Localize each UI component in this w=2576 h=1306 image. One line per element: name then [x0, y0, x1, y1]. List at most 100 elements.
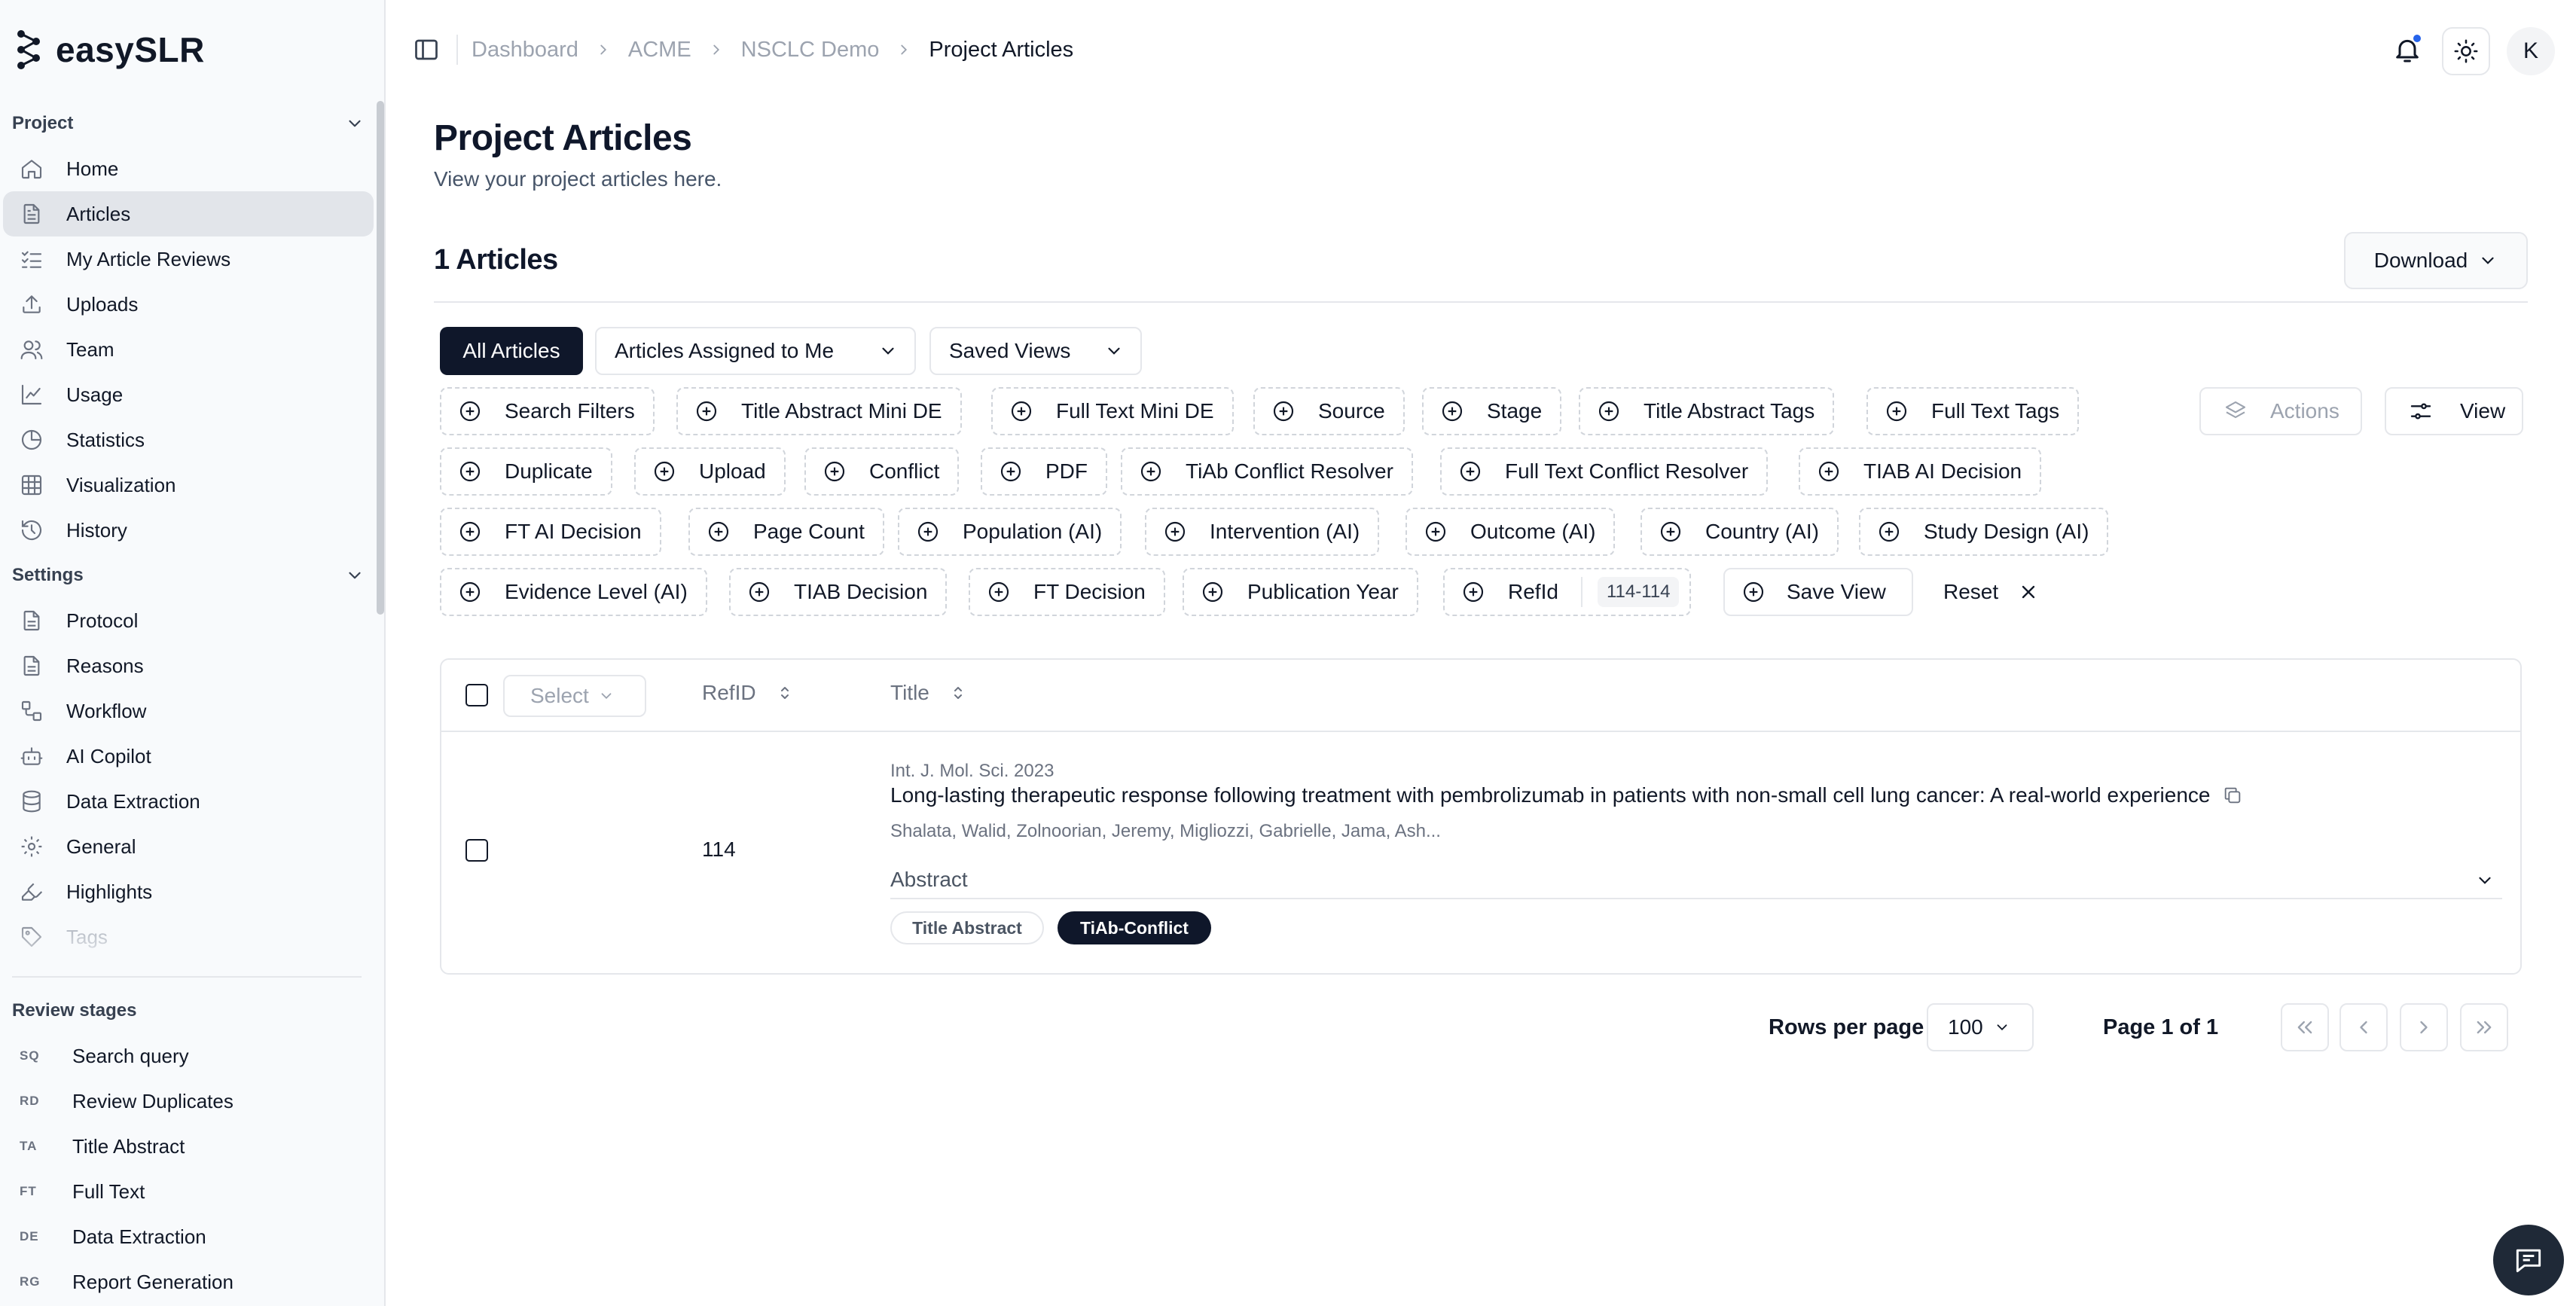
- column-label: RefID: [702, 681, 756, 704]
- filter-label: TiAb Conflict Resolver: [1186, 459, 1393, 483]
- filter-outcome-ai[interactable]: Outcome (AI): [1406, 508, 1616, 556]
- last-page-button[interactable]: [2460, 1003, 2508, 1051]
- sidebar-item-highlights[interactable]: Highlights: [3, 869, 374, 914]
- sidebar-item-label: Home: [66, 157, 119, 180]
- filter-country-ai[interactable]: Country (AI): [1641, 508, 1839, 556]
- sidebar-item-tags[interactable]: Tags: [3, 914, 374, 960]
- previous-page-button[interactable]: [2339, 1003, 2388, 1051]
- chat-support-button[interactable]: [2493, 1225, 2564, 1295]
- sidebar-item-uploads[interactable]: Uploads: [3, 282, 374, 327]
- row-checkbox[interactable]: [465, 839, 488, 862]
- filter-refid[interactable]: RefId 114-114: [1443, 568, 1692, 616]
- download-button[interactable]: Download: [2344, 232, 2528, 289]
- filter-publication-year[interactable]: Publication Year: [1183, 568, 1418, 616]
- sidebar-item-articles[interactable]: Articles: [3, 191, 374, 236]
- stage-item-review-duplicates[interactable]: RD Review Duplicates: [0, 1079, 384, 1124]
- reset-filters-button[interactable]: Reset: [1928, 568, 2039, 616]
- filter-conflict[interactable]: Conflict: [804, 447, 960, 496]
- sidebar-item-protocol[interactable]: Protocol: [3, 598, 374, 643]
- filter-pdf[interactable]: PDF: [981, 447, 1107, 496]
- sidebar-item-ai-copilot[interactable]: AI Copilot: [3, 734, 374, 779]
- sidebar-item-usage[interactable]: Usage: [3, 372, 374, 417]
- saved-views-dropdown[interactable]: Saved Views: [929, 327, 1142, 375]
- view-options-button[interactable]: View: [2385, 387, 2523, 435]
- grid-icon: [20, 473, 44, 497]
- abstract-toggle[interactable]: Abstract: [890, 868, 2502, 899]
- rows-per-page-select[interactable]: 100: [1927, 1003, 2034, 1051]
- filter-label: Study Design (AI): [1924, 520, 2089, 543]
- all-articles-tab[interactable]: All Articles: [440, 327, 583, 375]
- plus-circle-icon: [917, 521, 939, 542]
- filter-tiab-ai-decision[interactable]: TIAB AI Decision: [1799, 447, 2042, 496]
- filter-tiab-conflict-resolver[interactable]: TiAb Conflict Resolver: [1121, 447, 1413, 496]
- sidebar-toggle-icon[interactable]: [413, 36, 440, 63]
- sidebar-item-team[interactable]: Team: [3, 327, 374, 372]
- filter-title-abstract-tags[interactable]: Title Abstract Tags: [1579, 387, 1835, 435]
- stage-item-title-abstract[interactable]: TA Title Abstract: [0, 1124, 384, 1169]
- copy-icon[interactable]: [2222, 785, 2243, 806]
- filter-population-ai[interactable]: Population (AI): [898, 508, 1122, 556]
- stage-item-data-extraction[interactable]: DE Data Extraction: [0, 1214, 384, 1259]
- breadcrumb-dashboard[interactable]: Dashboard: [472, 38, 578, 63]
- avatar[interactable]: K: [2507, 27, 2555, 75]
- column-label: Title: [890, 681, 929, 704]
- filter-search-filters[interactable]: Search Filters: [440, 387, 655, 435]
- filter-full-text-conflict-resolver[interactable]: Full Text Conflict Resolver: [1440, 447, 1769, 496]
- filter-upload[interactable]: Upload: [634, 447, 786, 496]
- filter-ft-ai-decision[interactable]: FT AI Decision: [440, 508, 661, 556]
- sidebar-item-home[interactable]: Home: [3, 146, 374, 191]
- sidebar-item-history[interactable]: History: [3, 508, 374, 553]
- theme-toggle-button[interactable]: [2442, 27, 2490, 75]
- sidebar-item-workflow[interactable]: Workflow: [3, 688, 374, 734]
- filter-full-text-tags[interactable]: Full Text Tags: [1866, 387, 2080, 435]
- articles-table: Select RefID Title 114 Int. J. Mol. Sci.…: [440, 658, 2522, 975]
- filter-label: Country (AI): [1705, 520, 1819, 543]
- filter-ft-decision[interactable]: FT Decision: [969, 568, 1165, 616]
- filter-label: Stage: [1487, 399, 1543, 423]
- select-all-checkbox[interactable]: [465, 684, 488, 706]
- filter-full-text-mini-de[interactable]: Full Text Mini DE: [991, 387, 1234, 435]
- breadcrumb-project[interactable]: NSCLC Demo: [741, 38, 880, 63]
- review-stages: Review stages SQ Search query RD Review …: [0, 988, 384, 1304]
- assigned-to-me-dropdown[interactable]: Articles Assigned to Me: [595, 327, 916, 375]
- column-header-title[interactable]: Title: [890, 681, 967, 705]
- app-logo[interactable]: easySLR: [14, 27, 205, 72]
- sidebar-item-statistics[interactable]: Statistics: [3, 417, 374, 462]
- project-group-header[interactable]: Project: [0, 101, 377, 146]
- select-dropdown[interactable]: Select: [503, 675, 646, 717]
- filter-evidence-level-ai[interactable]: Evidence Level (AI): [440, 568, 707, 616]
- save-view-button[interactable]: Save View: [1723, 568, 1913, 616]
- filter-stage[interactable]: Stage: [1422, 387, 1562, 435]
- settings-group-header[interactable]: Settings: [0, 553, 377, 598]
- sidebar-item-label: General: [66, 835, 136, 858]
- stage-item-full-text[interactable]: FT Full Text: [0, 1169, 384, 1214]
- filter-study-design-ai[interactable]: Study Design (AI): [1859, 508, 2109, 556]
- filter-title-abstract-mini-de[interactable]: Title Abstract Mini DE: [676, 387, 962, 435]
- actions-button[interactable]: Actions: [2199, 387, 2362, 435]
- sidebar-scrollbar[interactable]: [377, 101, 384, 615]
- sidebar-item-visualization[interactable]: Visualization: [3, 462, 374, 508]
- filter-source[interactable]: Source: [1253, 387, 1405, 435]
- plus-circle-icon: [1000, 461, 1021, 482]
- home-icon: [20, 157, 44, 181]
- table-row[interactable]: 114 Int. J. Mol. Sci. 2023 Long-lasting …: [441, 734, 2520, 973]
- filter-page-count[interactable]: Page Count: [688, 508, 884, 556]
- first-page-button[interactable]: [2281, 1003, 2329, 1051]
- stage-item-report-generation[interactable]: RG Report Generation: [0, 1259, 384, 1304]
- next-page-button[interactable]: [2400, 1003, 2448, 1051]
- rows-per-page-label: Rows per page: [1769, 1015, 1924, 1039]
- sidebar-item-my-article-reviews[interactable]: My Article Reviews: [3, 236, 374, 282]
- sidebar-item-general[interactable]: General: [3, 824, 374, 869]
- filter-label: PDF: [1045, 459, 1088, 483]
- filter-tiab-decision[interactable]: TIAB Decision: [729, 568, 948, 616]
- stage-item-search-query[interactable]: SQ Search query: [0, 1033, 384, 1079]
- article-title[interactable]: Long-lasting therapeutic response follow…: [890, 783, 2210, 807]
- column-header-refid[interactable]: RefID: [702, 681, 794, 705]
- breadcrumb-org[interactable]: ACME: [628, 38, 691, 63]
- sidebar-item-data-extraction[interactable]: Data Extraction: [3, 779, 374, 824]
- filter-duplicate[interactable]: Duplicate: [440, 447, 612, 496]
- bot-icon: [20, 744, 44, 768]
- sidebar-item-reasons[interactable]: Reasons: [3, 643, 374, 688]
- filter-label: Search Filters: [505, 399, 635, 423]
- filter-intervention-ai[interactable]: Intervention (AI): [1145, 508, 1380, 556]
